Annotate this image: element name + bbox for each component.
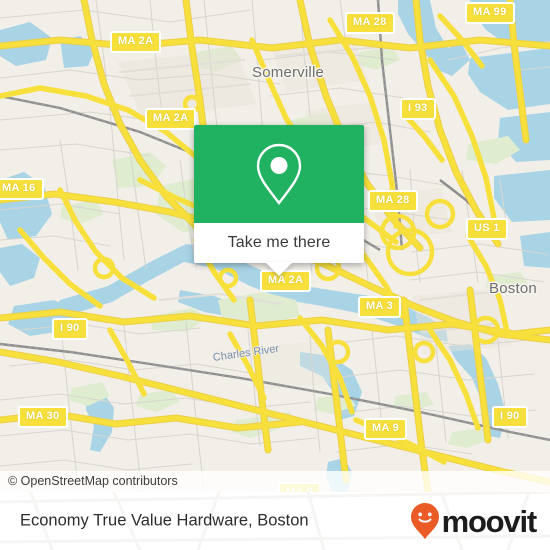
moovit-smile-pin-icon <box>410 503 439 539</box>
map-page: .w { fill:#a9d4e6; } .grn { fill:#dfeccf… <box>0 0 550 550</box>
moovit-logo[interactable]: moovit <box>410 502 538 540</box>
moovit-wordmark: moovit <box>441 503 538 539</box>
page-title: Economy True Value Hardware, Boston <box>20 511 309 530</box>
location-callout-card[interactable]: Take me there <box>194 125 364 276</box>
take-me-there-label: Take me there <box>227 234 331 251</box>
card-pointer-tail <box>265 262 293 276</box>
map-attribution: © OpenStreetMap contributors <box>0 471 550 492</box>
card-action-bar[interactable]: Take me there <box>194 223 364 276</box>
card-pin-panel <box>194 125 364 223</box>
map-canvas[interactable]: .w { fill:#a9d4e6; } .grn { fill:#dfeccf… <box>0 0 550 492</box>
map-pin-icon <box>256 143 302 205</box>
footer-bar: Economy True Value Hardware, Boston moov… <box>0 492 550 550</box>
